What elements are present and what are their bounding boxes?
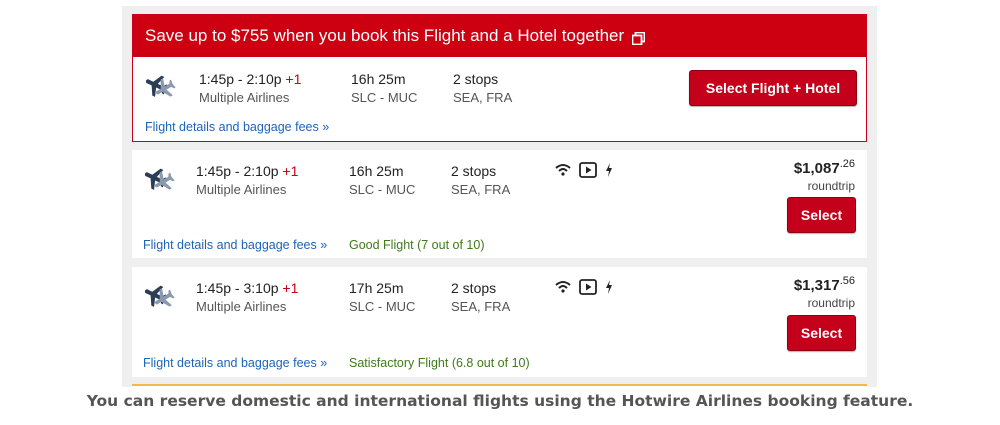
airline-name: Multiple Airlines <box>199 90 290 105</box>
select-flight-hotel-button[interactable]: Select Flight + Hotel <box>689 70 857 106</box>
airplane-icon <box>143 70 179 103</box>
select-button[interactable]: Select <box>787 197 856 233</box>
promo-banner: Save up to $755 when you book this Fligh… <box>133 15 866 57</box>
select-button[interactable]: Select <box>787 315 856 351</box>
flight-details-link[interactable]: Flight details and baggage fees » <box>143 238 327 252</box>
chevron-down-icon: » <box>322 120 330 134</box>
flight-route: SLC - MUC <box>351 90 418 105</box>
flight-times: 1:45p - 2:10p +1 <box>196 163 299 179</box>
airline-name: Multiple Airlines <box>196 182 287 197</box>
price-note: roundtrip <box>807 296 855 310</box>
next-result-card-edge <box>132 384 867 387</box>
stopover-cities: SEA, FRA <box>451 299 511 314</box>
flight-details-link[interactable]: Flight details and baggage fees » <box>143 356 327 370</box>
power-icon <box>606 163 612 177</box>
stopover-cities: SEA, FRA <box>451 182 511 197</box>
flight-result-card: 1:45p - 3:10p +1 Multiple Airlines 17h 2… <box>132 267 867 377</box>
power-icon <box>606 280 612 294</box>
price: $1,317.56 <box>793 275 855 294</box>
amenities <box>555 162 613 178</box>
day-offset: +1 <box>285 71 302 87</box>
flight-rating: Satisfactory Flight (6.8 out of 10) <box>349 356 530 370</box>
flight-route: SLC - MUC <box>349 299 416 314</box>
promo-banner-text: Save up to $755 when you book this Fligh… <box>145 26 625 45</box>
day-offset: +1 <box>282 163 299 179</box>
video-icon <box>579 279 597 295</box>
flight-rating: Good Flight (7 out of 10) <box>349 238 485 252</box>
amenities <box>555 279 613 295</box>
price-note: roundtrip <box>807 179 855 193</box>
flight-route: SLC - MUC <box>349 182 416 197</box>
flight-times: 1:45p - 3:10p +1 <box>196 280 299 296</box>
airplane-icon <box>142 280 178 313</box>
wifi-icon <box>555 281 571 293</box>
stop-count: 2 stops <box>451 280 497 296</box>
video-icon <box>579 162 597 178</box>
chevron-down-icon: » <box>320 238 328 252</box>
flight-details-link[interactable]: Flight details and baggage fees » <box>145 120 329 134</box>
flight-hotel-promo-card: Save up to $755 when you book this Fligh… <box>132 14 867 142</box>
airplane-icon <box>142 163 178 196</box>
wifi-icon <box>555 164 571 176</box>
flight-result-card: 1:45p - 2:10p +1 Multiple Airlines 16h 2… <box>132 150 867 258</box>
caption: You can reserve domestic and internation… <box>86 392 914 410</box>
flight-duration: 17h 25m <box>349 280 404 296</box>
day-offset: +1 <box>282 280 299 296</box>
stop-count: 2 stops <box>453 71 499 87</box>
flight-times: 1:45p - 2:10p +1 <box>199 71 302 87</box>
chevron-down-icon: » <box>320 356 328 370</box>
results-panel: Save up to $755 when you book this Fligh… <box>122 6 877 387</box>
stop-count: 2 stops <box>451 163 497 179</box>
price: $1,087.26 <box>793 158 855 177</box>
external-link-icon <box>631 30 646 45</box>
flight-duration: 16h 25m <box>351 71 406 87</box>
stopover-cities: SEA, FRA <box>453 90 513 105</box>
flight-duration: 16h 25m <box>349 163 404 179</box>
airline-name: Multiple Airlines <box>196 299 287 314</box>
